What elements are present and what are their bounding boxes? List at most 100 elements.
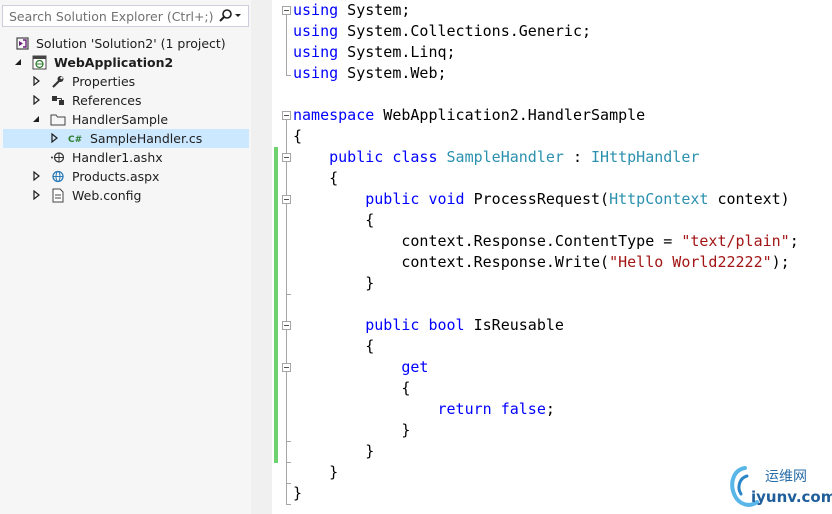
code-line[interactable]: context.Response.ContentType = "text/pla… [293,231,798,252]
code-token: using [293,1,339,19]
code-token: return [437,400,492,418]
collapse-class-toggle[interactable] [282,153,291,162]
code-token: bool [428,316,465,334]
code-line[interactable]: { [293,168,338,189]
svg-text:C#: C# [68,135,82,145]
expanded-arrow-icon[interactable] [13,57,23,67]
code-token: System.Linq; [338,43,456,61]
collapsed-arrow-icon[interactable] [31,76,41,86]
code-line[interactable]: get [293,357,428,378]
collapsed-arrow-icon[interactable] [31,171,41,181]
code-line[interactable]: { [293,210,374,231]
code-token: class [392,148,438,166]
csharp-file-icon: C# [68,135,82,145]
code-token: false [500,400,546,418]
code-token: HttpContext [609,190,709,208]
watermark-url: iyunv.com [751,488,832,506]
tree-item-label: Handler1.ashx [72,150,163,165]
code-token: System; [338,1,411,19]
code-line[interactable]: { [293,336,374,357]
aspx-file-icon [52,170,64,183]
tree-item-properties[interactable]: Properties [3,72,249,91]
collapsed-arrow-icon[interactable] [31,190,41,200]
code-line[interactable]: using System.Linq; [293,42,456,63]
tree-item-label: WebApplication2 [54,55,174,70]
code-token: get [401,358,429,376]
code-token: context.Response.ContentType = [293,232,682,250]
change-tracking-bar [274,147,278,463]
tree-item-references[interactable]: References [3,91,249,110]
code-token: } [293,442,375,460]
tree-item-label: Products.aspx [72,169,160,184]
collapse-isreusable-toggle[interactable] [282,321,291,330]
tree-item-label: Solution 'Solution2' (1 project) [36,36,226,51]
code-line[interactable]: using System.Web; [293,63,447,84]
tree-item-handlersample-folder[interactable]: HandlerSample [3,110,249,129]
code-token: { [293,379,411,397]
code-token: WebApplication2.HandlerSample [374,106,646,124]
code-token: { [293,337,375,355]
code-line[interactable]: public void ProcessRequest(HttpContext c… [293,189,790,210]
code-token: using [293,64,339,82]
outline-line [286,372,287,441]
collapse-processrequest-toggle[interactable] [282,195,291,204]
code-token: context) [708,190,790,208]
watermark-name: 运维网 [765,469,807,485]
code-token: void [428,190,465,208]
collapsed-arrow-icon[interactable] [49,133,59,143]
panel-splitter[interactable] [251,0,272,514]
expanded-arrow-icon[interactable] [31,114,41,124]
code-line[interactable]: } [293,420,410,441]
tree-item-label: Properties [72,74,136,89]
code-line[interactable]: context.Response.Write("Hello World22222… [293,252,789,273]
code-token: IsReusable [464,316,564,334]
code-line[interactable]: using System.Collections.Generic; [293,21,591,42]
web-project-icon [32,55,47,70]
code-token: ; [545,400,555,418]
tree-item-solution[interactable]: Solution 'Solution2' (1 project) [3,34,249,53]
config-file-icon [52,188,64,203]
tree-item-project[interactable]: WebApplication2 [3,53,249,72]
tree-item-web-config[interactable]: Web.config [3,186,249,205]
code-token: System.Collections.Generic; [338,22,592,40]
code-token: { [293,211,375,229]
handler-file-icon [51,152,65,163]
tree-item-handler1-ashx[interactable]: Handler1.ashx [3,148,249,167]
outline-end [286,483,291,484]
code-line[interactable]: public class SampleHandler : IHttpHandle… [293,147,699,168]
outline-line [286,204,287,294]
code-token: using [293,43,339,61]
code-line[interactable]: } [293,483,302,504]
outline-end [286,75,291,76]
code-token: using [293,22,339,40]
code-line[interactable]: } [293,462,338,483]
outline-end [286,294,291,295]
tree-item-samplehandler-cs[interactable]: C# SampleHandler.cs [3,129,249,148]
outline-end [286,441,291,442]
collapse-using-toggle[interactable] [282,6,291,15]
collapsed-arrow-icon[interactable] [31,95,41,105]
tree-item-label: SampleHandler.cs [90,131,203,146]
code-line[interactable]: public bool IsReusable [293,315,564,336]
collapse-get-toggle[interactable] [282,363,291,372]
search-placeholder: Search Solution Explorer (Ctrl+;) [9,9,214,24]
collapse-namespace-toggle[interactable] [282,111,291,120]
code-line[interactable]: } [293,441,374,462]
search-input[interactable]: Search Solution Explorer (Ctrl+;) [2,5,249,27]
code-editor[interactable]: using System; using System.Collections.Ge… [272,0,832,514]
code-line[interactable]: { [293,126,302,147]
search-icon[interactable] [218,8,244,24]
tree-item-label: Web.config [72,188,142,203]
code-line[interactable]: { [293,378,410,399]
code-line[interactable]: return false; [293,399,555,420]
tree-item-products-aspx[interactable]: Products.aspx [3,167,249,186]
code-line[interactable]: namespace WebApplication2.HandlerSample [293,105,645,126]
code-line[interactable]: } [293,273,374,294]
code-token: namespace [293,106,375,124]
code-line[interactable]: using System; [293,0,410,21]
